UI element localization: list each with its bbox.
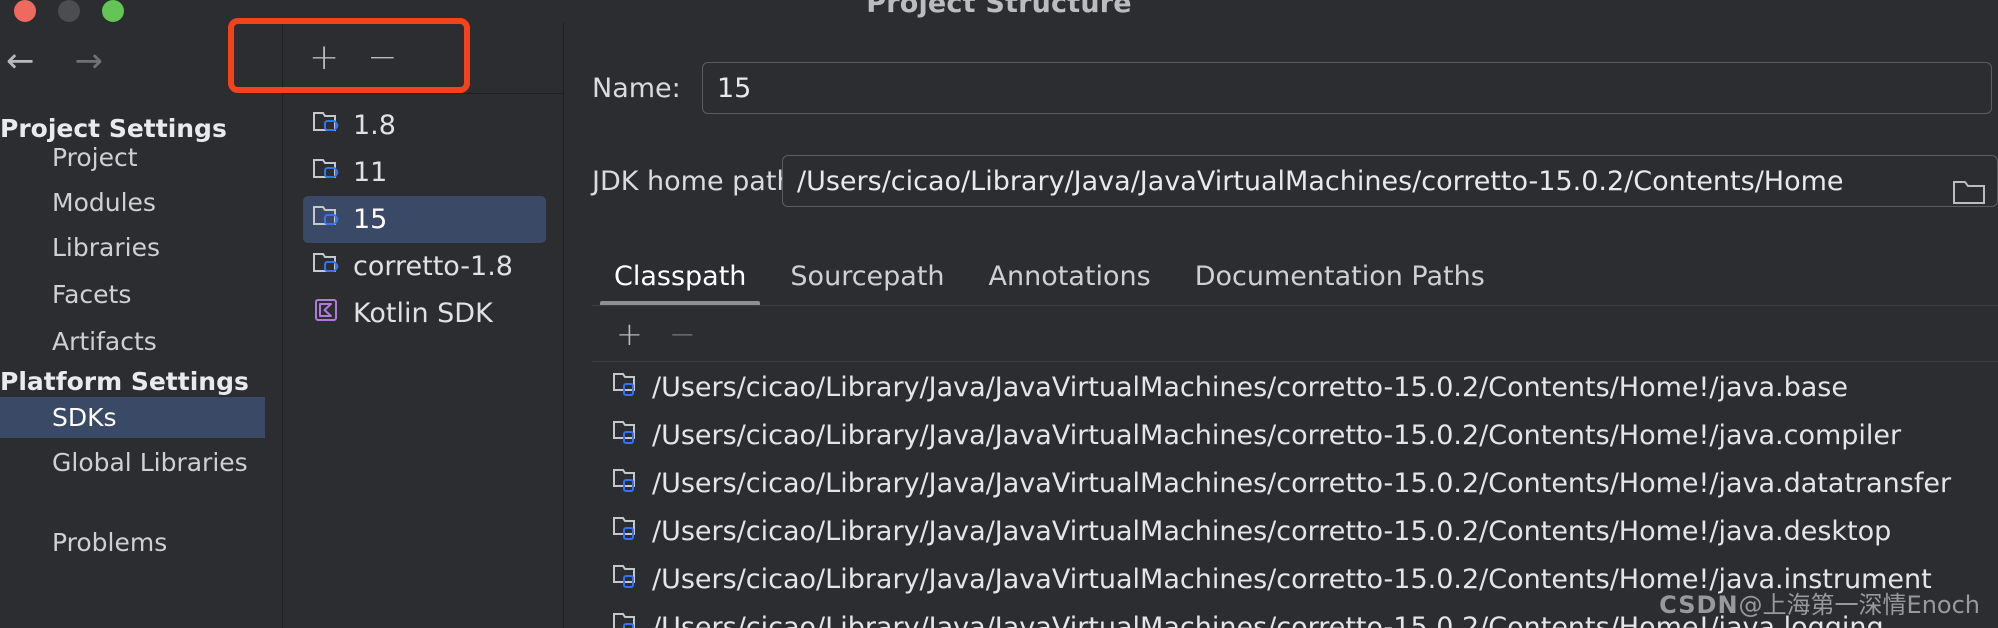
tab-annotations[interactable]: Annotations xyxy=(967,261,1173,306)
java-sdk-icon xyxy=(311,155,341,190)
watermark: CSDN@上海第一深情Enoch xyxy=(1659,585,1980,620)
name-input[interactable]: 15 xyxy=(702,62,1992,114)
sidebar-item-label: SDKs xyxy=(52,403,117,432)
sdk-tree-item-1-8[interactable]: 1.8 xyxy=(303,102,546,149)
watermark-text: @上海第一深情Enoch xyxy=(1738,591,1980,619)
remove-classpath-button[interactable]: − xyxy=(669,318,696,350)
tab-label: Sourcepath xyxy=(790,261,945,292)
folder-browse-icon[interactable] xyxy=(1952,177,1986,207)
dialog-title: Project Structure xyxy=(866,0,1132,19)
classpath-row-text: /Users/cicao/Library/Java/JavaVirtualMac… xyxy=(652,419,1902,451)
sidebar-item-label: Global Libraries xyxy=(52,448,248,477)
sdk-tree-item-15[interactable]: 15 xyxy=(303,196,546,243)
sdk-detail-tabs: Classpath Sourcepath Annotations Documen… xyxy=(592,250,1998,306)
tab-classpath[interactable]: Classpath xyxy=(592,261,768,306)
name-field-row: Name: 15 xyxy=(592,62,1998,114)
sidebar-item-label: Facets xyxy=(52,280,132,309)
sdk-list-pane: + − 1.8 11 15 corretto-1.8 Kotlin SDK xyxy=(283,22,564,628)
back-arrow-icon[interactable]: ← xyxy=(6,44,35,78)
sdk-tree-toolbar: + − xyxy=(283,22,564,94)
sdk-tree-item-11[interactable]: 11 xyxy=(303,149,546,196)
add-classpath-button[interactable]: + xyxy=(616,318,643,350)
remove-sdk-button[interactable]: − xyxy=(367,39,397,76)
watermark-brand: CSDN xyxy=(1659,591,1739,619)
sidebar-item-project[interactable]: Project xyxy=(0,137,265,178)
jdk-home-path-value: /Users/cicao/Library/Java/JavaVirtualMac… xyxy=(797,165,1844,197)
sdk-tree-item-kotlin-sdk[interactable]: Kotlin SDK xyxy=(303,290,546,337)
jar-module-icon xyxy=(612,562,640,597)
forward-arrow-icon[interactable]: → xyxy=(75,44,104,78)
sidebar-item-global-libraries[interactable]: Global Libraries xyxy=(0,442,265,483)
sidebar-item-label: Libraries xyxy=(52,233,160,262)
classpath-row[interactable]: /Users/cicao/Library/Java/JavaVirtualMac… xyxy=(592,507,1998,555)
jar-module-icon xyxy=(612,466,640,501)
tab-label: Annotations xyxy=(988,261,1151,292)
jar-module-icon xyxy=(612,610,640,628)
sidebar-item-modules[interactable]: Modules xyxy=(0,182,265,223)
classpath-list-toolbar: + − xyxy=(592,306,1998,362)
classpath-row-text: /Users/cicao/Library/Java/JavaVirtualMac… xyxy=(652,371,1848,403)
classpath-row-text: /Users/cicao/Library/Java/JavaVirtualMac… xyxy=(652,515,1892,547)
sidebar-item-label: Project xyxy=(52,143,138,172)
sidebar-item-facets[interactable]: Facets xyxy=(0,274,265,315)
sdk-tree-item-label: corretto-1.8 xyxy=(353,251,513,282)
sdk-tree-item-corretto-1-8[interactable]: corretto-1.8 xyxy=(303,243,546,290)
sidebar-item-label: Artifacts xyxy=(52,327,157,356)
kotlin-sdk-icon xyxy=(311,296,341,331)
classpath-row[interactable]: /Users/cicao/Library/Java/JavaVirtualMac… xyxy=(592,411,1998,459)
sdk-detail-panel: Name: 15 JDK home path: /Users/cicao/Lib… xyxy=(564,22,1998,628)
jdk-home-path-row: JDK home path: /Users/cicao/Library/Java… xyxy=(592,155,1998,207)
java-sdk-icon xyxy=(311,202,341,237)
sidebar-item-sdks[interactable]: SDKs xyxy=(0,397,265,438)
name-input-value: 15 xyxy=(717,72,752,104)
java-sdk-icon xyxy=(311,108,341,143)
sidebar-item-libraries[interactable]: Libraries xyxy=(0,227,265,268)
jar-module-icon xyxy=(612,514,640,549)
settings-sidebar: ← → Project Settings Project Modules Lib… xyxy=(0,22,283,628)
sdk-tree-item-label: Kotlin SDK xyxy=(353,298,493,329)
sidebar-item-problems[interactable]: Problems xyxy=(0,522,265,563)
sdk-tree-list: 1.8 11 15 corretto-1.8 Kotlin SDK xyxy=(283,102,564,337)
sdk-tree-item-label: 11 xyxy=(353,157,388,188)
sdk-tree-item-label: 1.8 xyxy=(353,110,396,141)
sidebar-group-platform-settings: Platform Settings xyxy=(0,367,249,396)
classpath-row[interactable]: /Users/cicao/Library/Java/JavaVirtualMac… xyxy=(592,363,1998,411)
classpath-row[interactable]: /Users/cicao/Library/Java/JavaVirtualMac… xyxy=(592,459,1998,507)
jar-module-icon xyxy=(612,370,640,405)
name-label: Name: xyxy=(592,72,681,104)
jar-module-icon xyxy=(612,418,640,453)
java-sdk-icon xyxy=(311,249,341,284)
tab-sourcepath[interactable]: Sourcepath xyxy=(768,261,966,306)
sidebar-item-label: Problems xyxy=(52,528,168,557)
classpath-row-text: /Users/cicao/Library/Java/JavaVirtualMac… xyxy=(652,467,1952,499)
tab-label: Documentation Paths xyxy=(1194,261,1485,292)
tab-label: Classpath xyxy=(614,261,747,292)
navigation-arrows: ← → xyxy=(6,44,103,78)
jdk-home-path-label: JDK home path: xyxy=(592,165,803,197)
sidebar-item-artifacts[interactable]: Artifacts xyxy=(0,321,265,362)
tab-documentation-paths[interactable]: Documentation Paths xyxy=(1173,261,1507,306)
project-structure-dialog: Project Structure ← → Project Settings P… xyxy=(0,0,1998,628)
sidebar-item-label: Modules xyxy=(52,188,156,217)
add-sdk-button[interactable]: + xyxy=(309,39,339,76)
sdk-tree-item-label: 15 xyxy=(353,204,388,235)
jdk-home-path-input[interactable]: /Users/cicao/Library/Java/JavaVirtualMac… xyxy=(782,155,1998,207)
